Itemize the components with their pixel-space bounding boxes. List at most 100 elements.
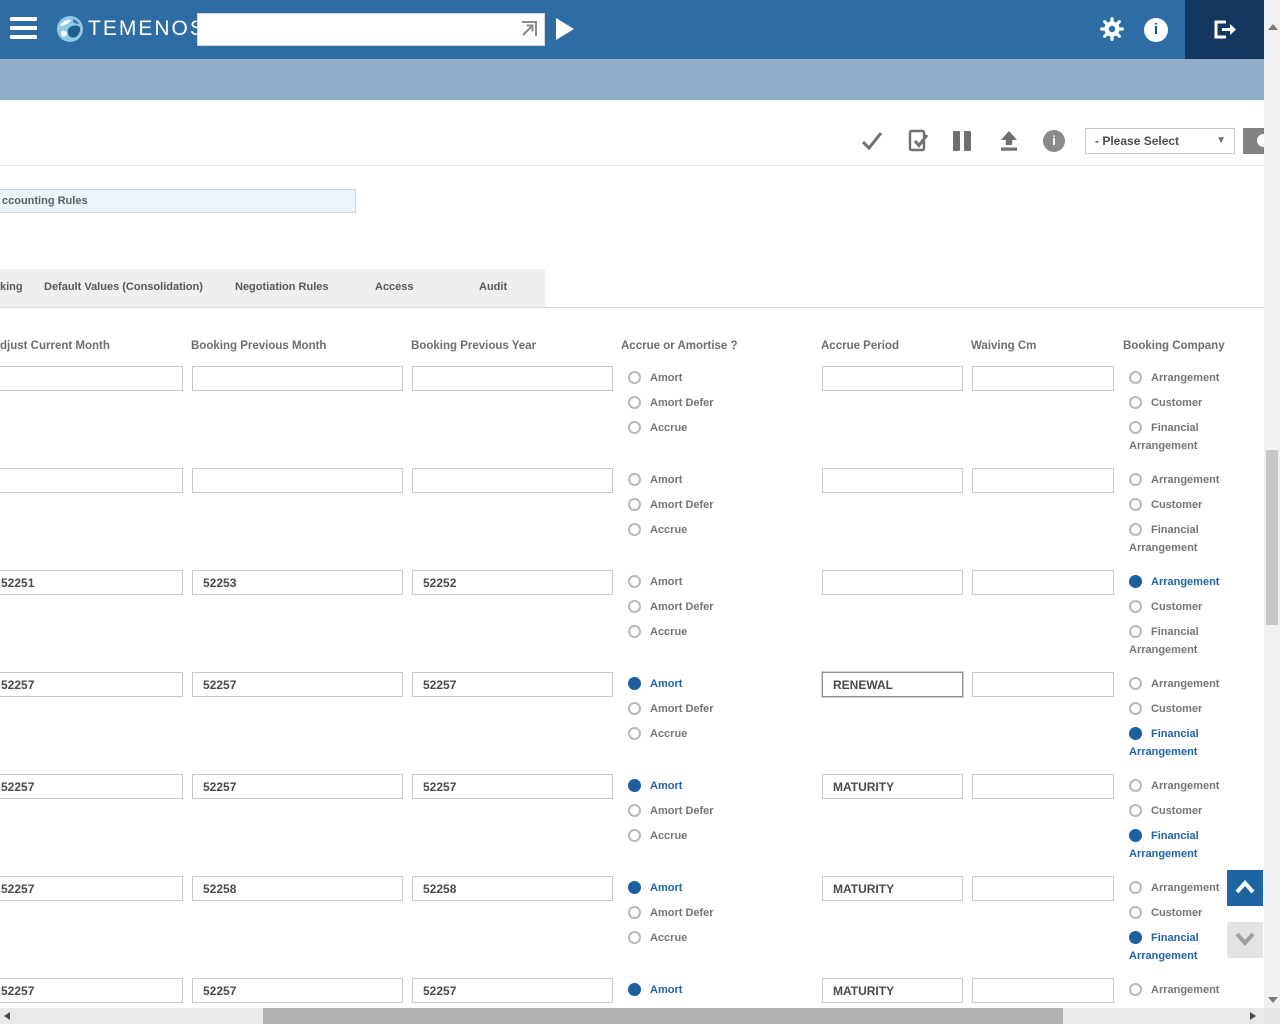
booking-previous-month-input[interactable] bbox=[192, 774, 403, 799]
accrue-radio-option[interactable]: Accrue bbox=[628, 623, 818, 641]
radio-button-icon[interactable] bbox=[628, 804, 641, 817]
accrue-radio-option[interactable]: Amort Defer bbox=[628, 598, 818, 616]
radio-button-icon[interactable] bbox=[1129, 677, 1142, 690]
adjust-current-month-input[interactable] bbox=[0, 774, 183, 799]
booking-previous-year-input[interactable] bbox=[412, 876, 613, 901]
accrue-period-input[interactable] bbox=[822, 774, 963, 799]
accrue-period-input[interactable] bbox=[822, 468, 963, 493]
accrue-radio-option[interactable]: Amort Defer bbox=[628, 496, 818, 514]
radio-button-icon[interactable] bbox=[1129, 523, 1142, 536]
radio-button-icon[interactable] bbox=[1129, 804, 1142, 817]
company-radio-option[interactable]: Financial Arrangement bbox=[1129, 827, 1233, 863]
company-radio-option[interactable]: Customer bbox=[1129, 700, 1233, 718]
scrollbar-left-arrow[interactable] bbox=[4, 1012, 10, 1020]
tab-default-values[interactable]: Default Values (Consolidation) bbox=[44, 281, 203, 293]
radio-button-icon[interactable] bbox=[1129, 473, 1142, 486]
radio-button-icon[interactable] bbox=[628, 371, 641, 384]
radio-button-icon[interactable] bbox=[628, 575, 641, 588]
company-radio-option[interactable]: Customer bbox=[1129, 904, 1233, 922]
radio-button-icon[interactable] bbox=[1129, 829, 1142, 842]
radio-button-icon[interactable] bbox=[1129, 983, 1142, 996]
waiving-cm-input[interactable] bbox=[972, 570, 1114, 595]
booking-previous-month-input[interactable] bbox=[192, 978, 403, 1003]
waiving-cm-input[interactable] bbox=[972, 672, 1114, 697]
company-radio-option[interactable]: Arrangement bbox=[1129, 777, 1233, 795]
radio-button-icon[interactable] bbox=[628, 727, 641, 740]
adjust-current-month-input[interactable] bbox=[0, 570, 183, 595]
company-radio-option[interactable]: Arrangement bbox=[1129, 981, 1233, 999]
validate-document-icon[interactable] bbox=[906, 129, 930, 153]
company-radio-option[interactable]: Arrangement bbox=[1129, 573, 1233, 591]
booking-previous-month-input[interactable] bbox=[192, 468, 403, 493]
company-radio-option[interactable]: Financial Arrangement bbox=[1129, 521, 1233, 557]
scroll-up-button[interactable] bbox=[1227, 870, 1263, 906]
accrue-radio-option[interactable]: Accrue bbox=[628, 419, 818, 437]
radio-button-icon[interactable] bbox=[1129, 779, 1142, 792]
accrue-radio-option[interactable]: Amort bbox=[628, 675, 818, 693]
accrue-radio-option[interactable]: Amort bbox=[628, 777, 818, 795]
radio-button-icon[interactable] bbox=[628, 829, 641, 842]
radio-button-icon[interactable] bbox=[628, 906, 641, 919]
radio-button-icon[interactable] bbox=[1129, 906, 1142, 919]
company-radio-option[interactable]: Financial Arrangement bbox=[1129, 419, 1233, 455]
hamburger-menu-icon[interactable] bbox=[10, 17, 38, 41]
scroll-down-button[interactable] bbox=[1227, 922, 1263, 958]
radio-button-icon[interactable] bbox=[628, 779, 641, 792]
radio-button-icon[interactable] bbox=[1129, 498, 1142, 511]
accrue-radio-option[interactable]: Amort bbox=[628, 573, 818, 591]
adjust-current-month-input[interactable] bbox=[0, 876, 183, 901]
accrue-radio-option[interactable]: Amort Defer bbox=[628, 394, 818, 412]
tab-booking[interactable]: king bbox=[0, 281, 23, 293]
booking-previous-year-input[interactable] bbox=[412, 672, 613, 697]
command-go-icon[interactable] bbox=[518, 19, 539, 40]
toolbar-info-icon[interactable]: i bbox=[1043, 130, 1065, 152]
accrue-radio-option[interactable]: Amort bbox=[628, 369, 818, 387]
radio-button-icon[interactable] bbox=[628, 702, 641, 715]
waiving-cm-input[interactable] bbox=[972, 468, 1114, 493]
command-search-input[interactable] bbox=[197, 13, 545, 46]
waiving-cm-input[interactable] bbox=[972, 876, 1114, 901]
radio-button-icon[interactable] bbox=[628, 396, 641, 409]
accrue-radio-option[interactable]: Accrue bbox=[628, 929, 818, 947]
accrue-radio-option[interactable]: Amort Defer bbox=[628, 700, 818, 718]
booking-previous-month-input[interactable] bbox=[192, 366, 403, 391]
radio-button-icon[interactable] bbox=[628, 600, 641, 613]
waiving-cm-input[interactable] bbox=[972, 978, 1114, 1003]
scrollbar-up-arrow[interactable] bbox=[1268, 24, 1278, 30]
radio-button-icon[interactable] bbox=[628, 473, 641, 486]
company-radio-option[interactable]: Arrangement bbox=[1129, 675, 1233, 693]
accrue-radio-option[interactable]: Amort bbox=[628, 879, 818, 897]
radio-button-icon[interactable] bbox=[1129, 727, 1142, 740]
vertical-scrollbar[interactable] bbox=[1264, 0, 1280, 1024]
radio-button-icon[interactable] bbox=[628, 983, 641, 996]
radio-button-icon[interactable] bbox=[628, 625, 641, 638]
radio-button-icon[interactable] bbox=[1129, 421, 1142, 434]
company-radio-option[interactable]: Financial Arrangement bbox=[1129, 725, 1233, 761]
accrue-radio-option[interactable]: Accrue bbox=[628, 827, 818, 845]
adjust-current-month-input[interactable] bbox=[0, 978, 183, 1003]
booking-previous-year-input[interactable] bbox=[412, 468, 613, 493]
company-radio-option[interactable]: Financial Arrangement bbox=[1129, 929, 1233, 965]
settings-gear-icon[interactable] bbox=[1099, 16, 1125, 42]
run-button[interactable] bbox=[556, 18, 574, 40]
accrue-period-input[interactable] bbox=[822, 672, 963, 697]
radio-button-icon[interactable] bbox=[1129, 931, 1142, 944]
accrue-period-input[interactable] bbox=[822, 978, 963, 1003]
waiving-cm-input[interactable] bbox=[972, 366, 1114, 391]
booking-previous-month-input[interactable] bbox=[192, 876, 403, 901]
radio-button-icon[interactable] bbox=[1129, 600, 1142, 613]
company-radio-option[interactable]: Arrangement bbox=[1129, 471, 1233, 489]
horizontal-scrollbar[interactable] bbox=[0, 1008, 1264, 1024]
accrue-radio-option[interactable]: Amort Defer bbox=[628, 802, 818, 820]
scrollbar-down-arrow[interactable] bbox=[1268, 997, 1278, 1003]
accrue-radio-option[interactable]: Amort Defer bbox=[628, 904, 818, 922]
radio-button-icon[interactable] bbox=[1129, 371, 1142, 384]
adjust-current-month-input[interactable] bbox=[0, 468, 183, 493]
company-radio-option[interactable]: Customer bbox=[1129, 496, 1233, 514]
radio-button-icon[interactable] bbox=[1129, 625, 1142, 638]
company-radio-option[interactable]: Customer bbox=[1129, 598, 1233, 616]
company-radio-option[interactable]: Arrangement bbox=[1129, 879, 1233, 897]
company-radio-option[interactable]: Customer bbox=[1129, 802, 1233, 820]
tab-access[interactable]: Access bbox=[375, 281, 414, 293]
booking-previous-month-input[interactable] bbox=[192, 672, 403, 697]
